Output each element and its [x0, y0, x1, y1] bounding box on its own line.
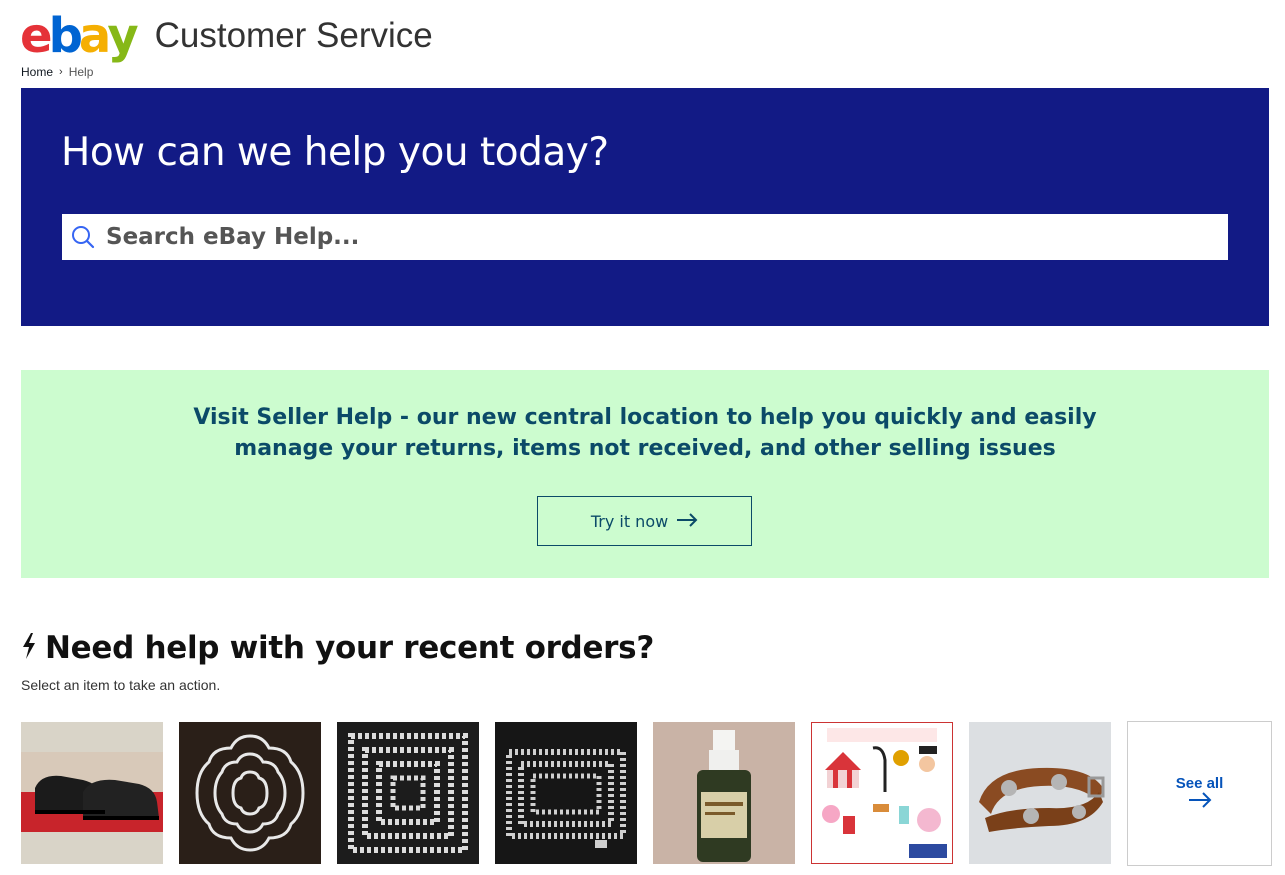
logo-letter-b: b [48, 8, 83, 64]
order-item-circus-dies[interactable] [811, 722, 953, 864]
seller-help-promo: Visit Seller Help - our new central loca… [21, 370, 1269, 578]
see-all-label: See all [1175, 775, 1224, 792]
logo-letter-y: y [107, 8, 138, 64]
order-item-leather-strap[interactable] [969, 722, 1111, 864]
breadcrumb-current: Help [68, 65, 94, 79]
page-title: Customer Service [154, 16, 433, 55]
recent-orders-heading: Need help with your recent orders? [21, 630, 654, 666]
try-it-now-button[interactable]: Try it now [537, 496, 752, 546]
hero-title: How can we help you today? [61, 130, 609, 175]
arrow-right-icon [1188, 792, 1212, 812]
shoes-thumbnail [21, 722, 163, 864]
help-search-banner: How can we help you today? [21, 88, 1269, 326]
recent-orders-subtitle: Select an item to take an action. [21, 677, 221, 693]
chevron-right-icon: › [59, 66, 63, 78]
try-it-now-label: Try it now [590, 511, 669, 531]
order-item-shoes[interactable] [21, 722, 163, 864]
logo-letter-a: a [78, 8, 111, 64]
logo-letter-e: e [20, 8, 53, 64]
promo-text: Visit Seller Help - our new central loca… [193, 405, 1097, 461]
breadcrumb-home-link[interactable]: Home [21, 65, 53, 79]
search-input[interactable] [104, 214, 1228, 260]
search-box [62, 214, 1228, 260]
site-header: e b a y Customer Service [20, 8, 433, 64]
lightning-icon [21, 632, 37, 664]
breadcrumb: Home › Help [21, 65, 93, 79]
rectangle-die-thumbnail [495, 722, 637, 864]
order-item-bottle[interactable] [653, 722, 795, 864]
recent-orders-list: See all [21, 721, 1272, 866]
recent-orders-title: Need help with your recent orders? [45, 630, 654, 666]
search-icon [62, 214, 104, 260]
ebay-logo[interactable]: e b a y [20, 8, 139, 64]
square-die-thumbnail [337, 722, 479, 864]
circus-dies-thumbnail [811, 722, 953, 864]
see-all-button[interactable]: See all [1127, 721, 1272, 866]
order-item-rectangle-die[interactable] [495, 722, 637, 864]
order-item-square-die[interactable] [337, 722, 479, 864]
order-item-nested-die[interactable] [179, 722, 321, 864]
arrow-right-icon [676, 512, 698, 531]
nested-die-thumbnail [179, 722, 321, 864]
leather-strap-thumbnail [969, 722, 1111, 864]
bottle-thumbnail [653, 722, 795, 864]
